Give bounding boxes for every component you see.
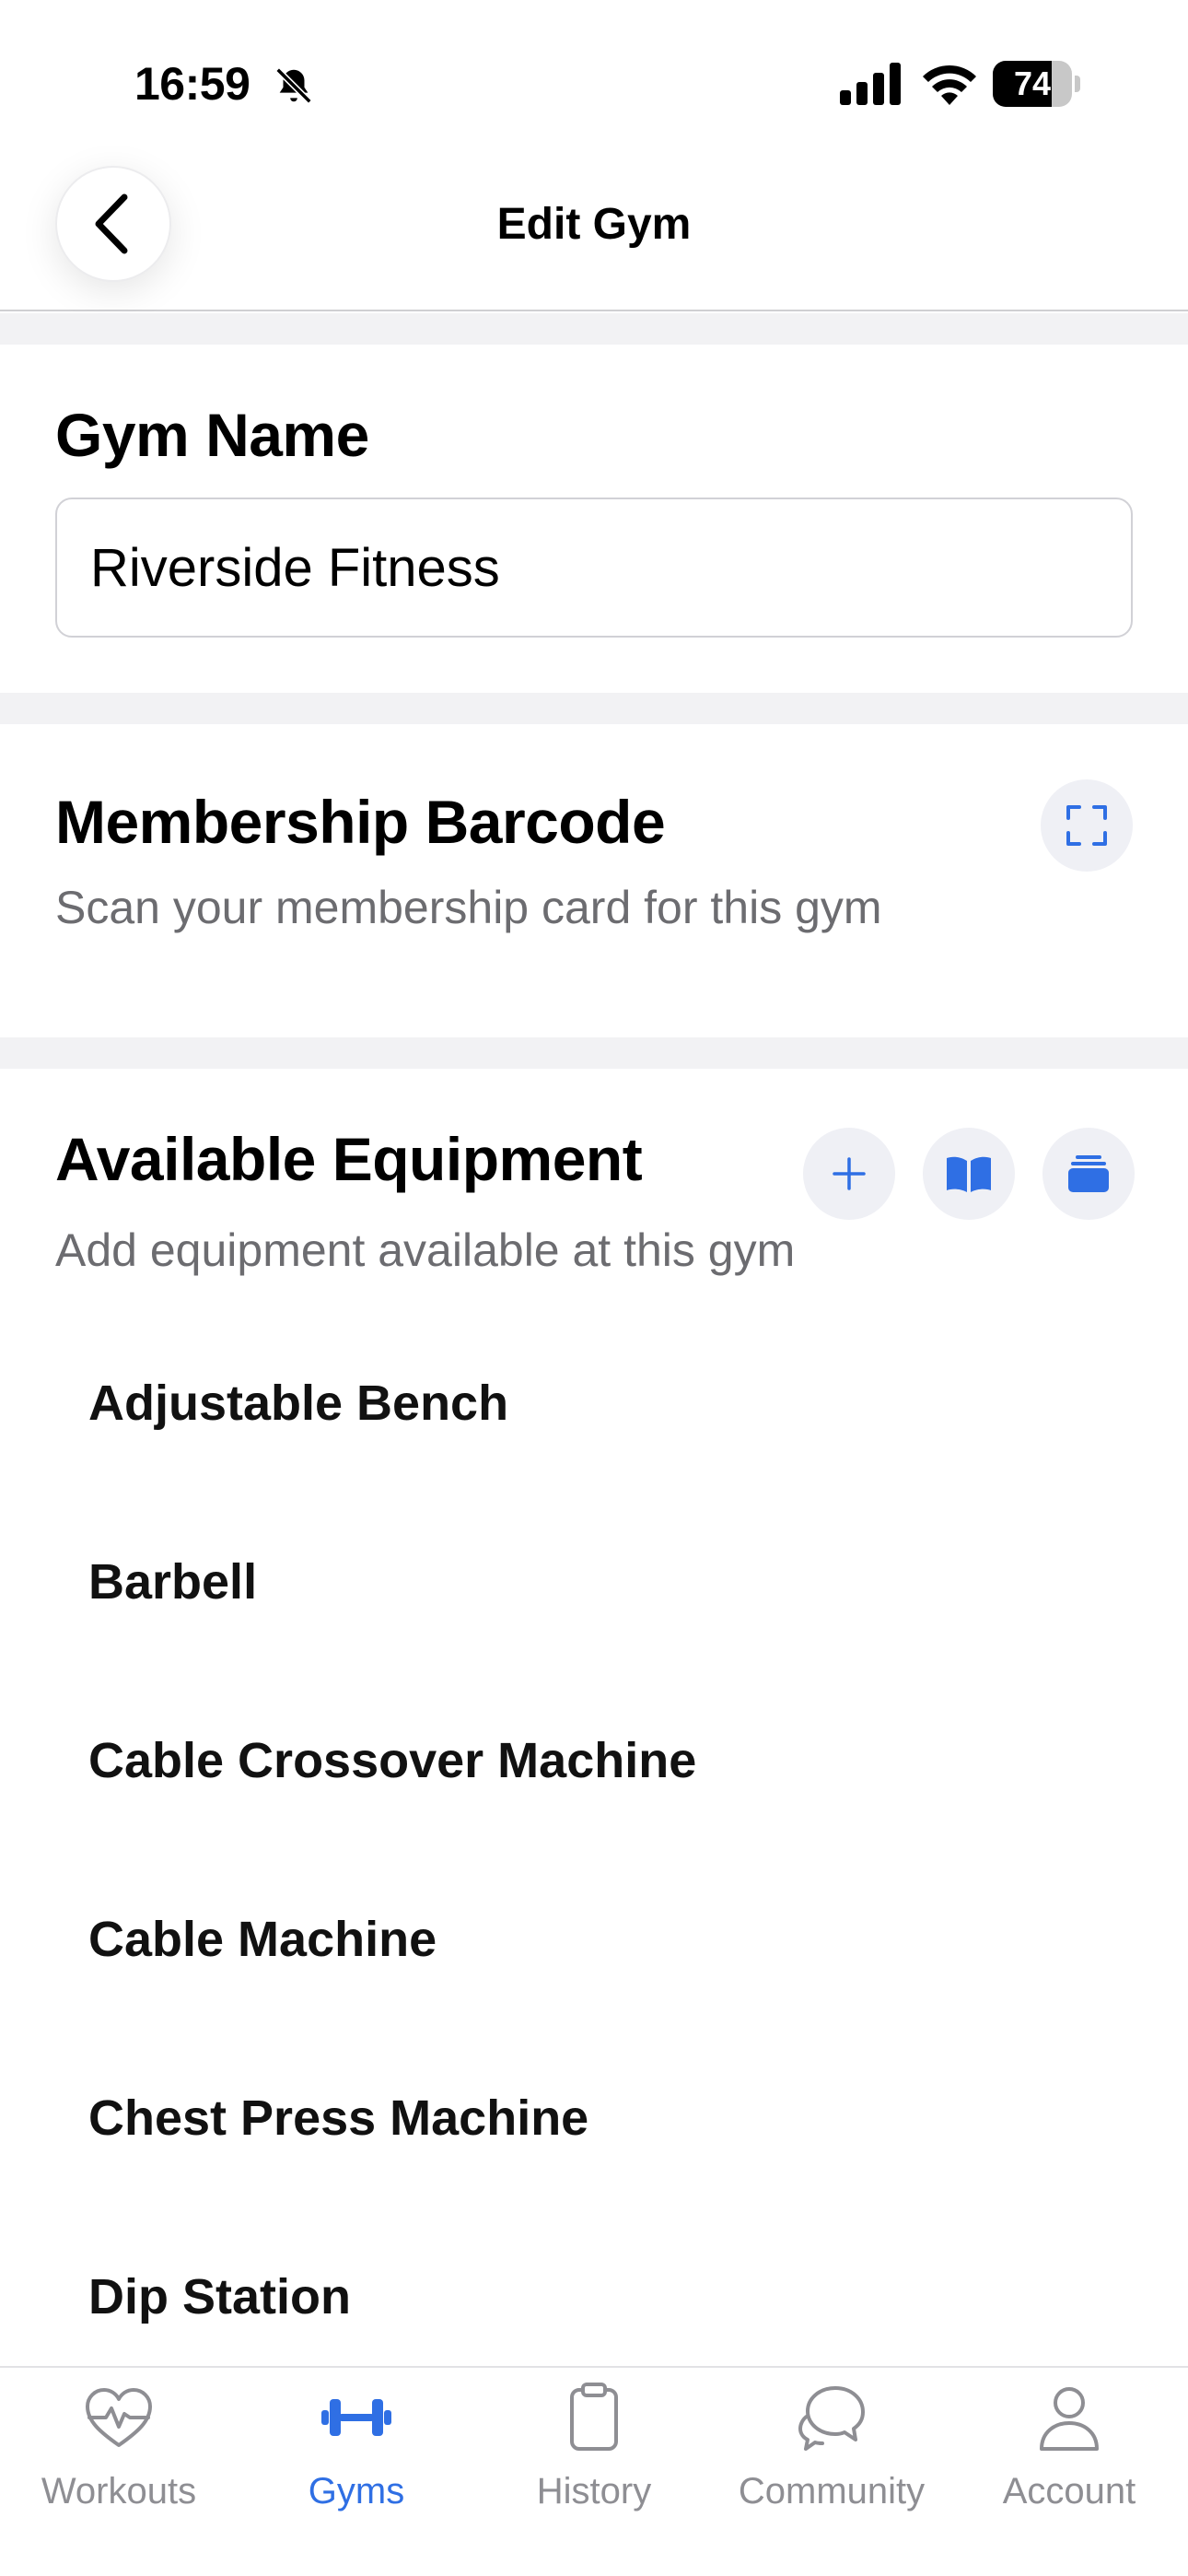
heart-pulse-icon	[86, 2388, 152, 2447]
tab-label: Community	[738, 2471, 926, 2512]
plus-icon	[833, 1157, 866, 1190]
scan-frame-icon	[1066, 805, 1107, 846]
tab-workouts[interactable]: Workouts	[0, 2368, 238, 2515]
wifi-icon	[923, 64, 976, 105]
membership-barcode-subtitle: Scan your membership card for this gym	[55, 882, 882, 933]
tab-label: History	[536, 2471, 652, 2512]
cellular-signal-icon	[840, 63, 901, 105]
stack-icon	[1068, 1155, 1109, 1192]
scan-barcode-button[interactable]	[1041, 779, 1133, 872]
chat-bubbles-icon	[798, 2386, 865, 2451]
equipment-item[interactable]: Cable Machine	[88, 1911, 437, 1968]
tab-label: Account	[1002, 2471, 1136, 2512]
section-divider	[0, 313, 1188, 345]
gym-name-label: Gym Name	[55, 401, 369, 469]
tab-gyms[interactable]: Gyms	[238, 2368, 475, 2515]
equipment-item[interactable]: Cable Crossover Machine	[88, 1732, 696, 1789]
equipment-item[interactable]: Chest Press Machine	[88, 2090, 588, 2147]
tab-community[interactable]: Community	[713, 2368, 950, 2515]
available-equipment-subtitle: Add equipment available at this gym	[55, 1224, 796, 1276]
membership-barcode-title: Membership Barcode	[55, 788, 666, 856]
equipment-item[interactable]: Barbell	[88, 1553, 257, 1610]
tab-bar: Workouts Gyms History Community Account	[0, 2366, 1188, 2576]
bell-slash-icon	[275, 67, 312, 104]
equipment-item[interactable]: Adjustable Bench	[88, 1375, 508, 1432]
status-time: 16:59	[134, 58, 250, 110]
gym-name-input[interactable]	[55, 498, 1133, 638]
available-equipment-section: Available Equipment Add equipment availa…	[0, 1069, 1188, 2366]
battery-indicator: 74	[993, 61, 1080, 107]
book-open-icon	[947, 1156, 991, 1192]
clipboard-icon	[570, 2383, 618, 2451]
tab-label: Gyms	[308, 2471, 405, 2512]
navigation-bar: Edit Gym	[0, 166, 1188, 311]
person-icon	[1040, 2387, 1099, 2451]
dumbbell-icon	[321, 2399, 391, 2436]
gym-name-section: Gym Name	[0, 345, 1188, 693]
tab-account[interactable]: Account	[950, 2368, 1188, 2515]
available-equipment-title: Available Equipment	[55, 1125, 643, 1193]
tab-label: Workouts	[41, 2471, 197, 2512]
add-equipment-button[interactable]	[803, 1128, 895, 1220]
equipment-presets-button[interactable]	[1042, 1128, 1135, 1220]
page-title: Edit Gym	[496, 200, 692, 249]
equipment-library-button[interactable]	[923, 1128, 1015, 1220]
tab-history[interactable]: History	[475, 2368, 713, 2515]
membership-barcode-section: Membership Barcode Scan your membership …	[0, 724, 1188, 1037]
status-bar: 16:59 74	[0, 0, 1188, 166]
battery-percentage: 74	[1013, 64, 1052, 102]
equipment-item[interactable]: Dip Station	[88, 2268, 351, 2325]
section-divider	[0, 1037, 1188, 1069]
section-divider	[0, 693, 1188, 724]
